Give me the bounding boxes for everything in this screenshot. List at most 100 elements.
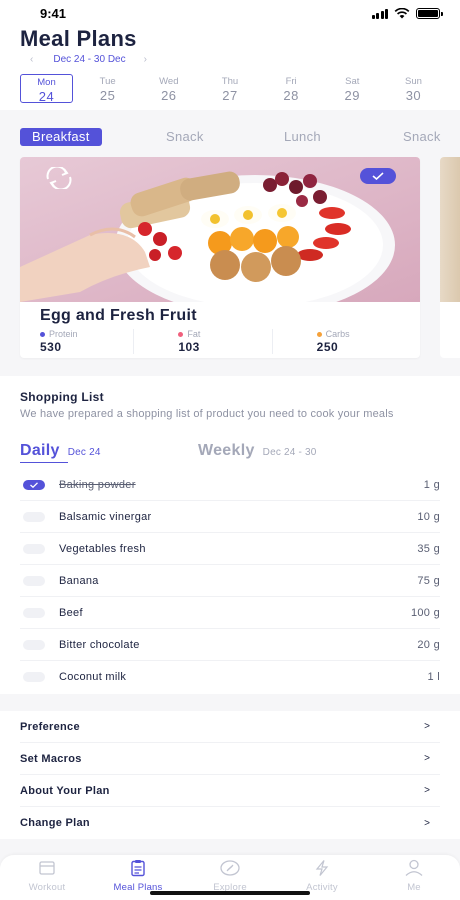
day-wed[interactable]: Wed 26 [142,74,195,103]
tab-meal-plans[interactable]: Meal Plans [98,859,178,893]
list-item[interactable]: Baking powder 1 g [20,469,440,501]
chevron-left-icon[interactable]: ‹ [30,54,33,65]
macro-label-text: Protein [49,329,78,339]
chevron-right-icon[interactable]: › [144,54,147,65]
shopping-list: Shopping List We have prepared a shoppin… [0,376,460,694]
item-quantity: 1 g [423,478,440,491]
checkbox[interactable] [23,511,45,522]
item-quantity: 1 l [427,671,440,683]
settings-item-change-plan[interactable]: Change Plan > [20,807,440,839]
day-fri[interactable]: Fri 28 [265,74,318,103]
meal-tab-breakfast[interactable]: Breakfast [20,128,102,146]
meal-tab-snack[interactable]: Snack [403,128,441,146]
battery-icon [416,8,443,19]
macro-dot-icon [40,331,45,337]
compass-icon [220,860,240,876]
list-item[interactable]: Bitter chocolate 20 g [20,629,440,661]
day-number: 26 [161,88,177,103]
day-number: 25 [99,88,116,103]
checkbox[interactable] [23,575,45,586]
checkbox[interactable] [23,543,45,554]
shopping-tabs: Daily Dec 24 Weekly Dec 24 - 30 [20,442,440,464]
day-name: Mon [37,77,56,88]
item-name: Balsamic vinergar [59,510,152,523]
shopping-tab-daily[interactable]: Daily Dec 24 [20,442,101,463]
day-mon[interactable]: Mon 24 [20,74,73,104]
wifi-icon [394,8,410,19]
macro-dot-icon [316,331,322,337]
list-item[interactable]: Beef 100 g [20,597,440,629]
day-number: 30 [405,88,422,103]
day-tue[interactable]: Tue 25 [81,74,134,103]
meal-tab-lunch[interactable]: Lunch [284,128,321,146]
selected-check-icon[interactable] [360,168,396,184]
shopping-tab-label: Daily [20,442,60,459]
settings-item-set-macros[interactable]: Set Macros > [20,743,440,775]
item-quantity: 35 g [417,542,440,555]
day-number: 28 [283,88,299,103]
checkbox[interactable] [23,607,45,618]
calendar-icon [39,861,55,875]
header: Meal Plans ‹ Dec 24 - 30 Dec › Mon 24 Tue 2… [0,26,460,110]
tab-activity[interactable]: Activity [282,859,362,893]
macro-value: 530 [40,340,62,354]
item-name: Beef [59,606,83,619]
list-item[interactable]: Coconut milk 1 l [20,661,440,693]
macro-value: 103 [178,340,200,354]
item-quantity: 75 g [417,574,440,587]
settings-item-label: Change Plan [20,817,90,829]
person-icon [405,859,423,876]
day-name: Fri [285,76,297,87]
macro-protein: Protein 530 [40,329,133,354]
shopping-tab-date: Dec 24 - 30 [262,447,317,458]
meal-name: Egg and Fresh Fruit [40,307,197,324]
macro-fat: Fat 103 [133,329,271,354]
item-quantity: 100 g [410,606,440,619]
meal-tabs: Breakfast Snack Lunch Snack [20,128,460,146]
settings-item-preference[interactable]: Preference > [20,711,440,743]
status-icons [371,8,443,19]
date-range-selector: ‹ Dec 24 - 30 Dec › [30,54,147,65]
swap-icon[interactable] [42,167,76,189]
macro-carbs: Carbs 250 [271,329,410,354]
tab-workout[interactable]: Workout [7,859,87,893]
day-number: 29 [344,88,361,103]
status-bar: 9:41 [0,0,460,26]
meal-card[interactable]: Egg and Fresh Fruit Protein 530 Fat 103 Carb… [20,157,420,358]
macro-value: 250 [316,340,339,354]
meal-tab-snack[interactable]: Snack [166,128,204,146]
chevron-right-icon: > [424,817,430,829]
macro-label-text: Carbs [325,329,350,339]
tab-label: Workout [28,882,66,893]
macro-label: Fat [178,329,271,339]
settings-item-label: Preference [20,720,80,733]
macro-label: Carbs [316,329,410,339]
day-name: Sun [404,76,422,87]
settings-item-label: About Your Plan [20,784,110,797]
shopping-tab-weekly[interactable]: Weekly Dec 24 - 30 [198,442,317,460]
next-meal-card[interactable] [440,157,460,358]
list-item[interactable]: Vegetables fresh 35 g [20,533,440,565]
day-sun[interactable]: Sun 30 [387,74,440,103]
tab-label: Me [407,882,421,893]
day-name: Wed [159,76,179,87]
checkbox[interactable] [23,672,45,682]
checked-checkbox[interactable] [23,479,45,490]
checkbox[interactable] [23,639,45,650]
tab-me[interactable]: Me [374,859,454,893]
day-thu[interactable]: Thu 27 [203,74,256,103]
settings-item-about-your-plan[interactable]: About Your Plan > [20,775,440,807]
check-icon [30,481,38,488]
item-name: Bitter chocolate [59,638,140,651]
list-item[interactable]: Balsamic vinergar 10 g [20,501,440,533]
tab-explore[interactable]: Explore [190,859,270,893]
day-sat[interactable]: Sat 29 [326,74,379,103]
status-time: 9:41 [40,6,67,21]
list-item[interactable]: Banana 75 g [20,565,440,597]
item-name: Coconut milk [59,671,127,683]
shopping-list-title: Shopping List [20,390,104,404]
day-name: Tue [99,76,116,87]
chevron-right-icon: > [424,753,430,764]
item-quantity: 10 g [417,510,440,523]
macro-label: Protein [40,329,133,339]
